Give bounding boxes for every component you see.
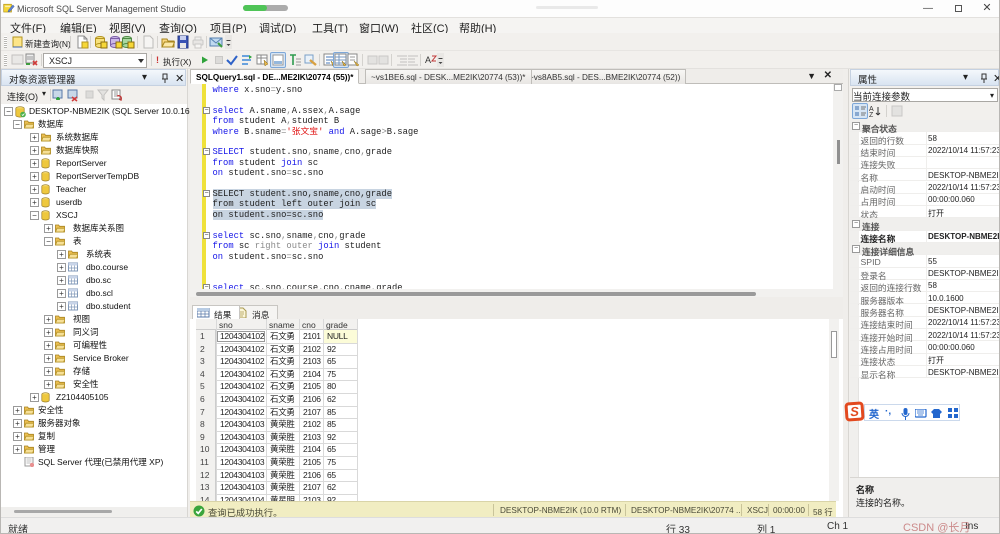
- svg-text:Z: Z: [869, 112, 874, 118]
- svg-text:A: A: [425, 55, 431, 65]
